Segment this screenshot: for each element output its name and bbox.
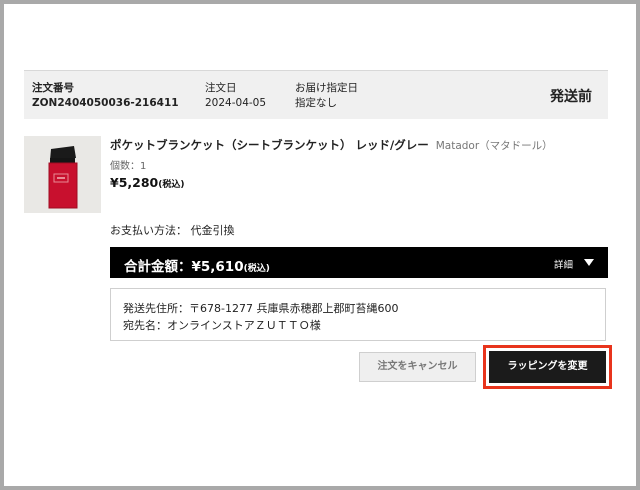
product-name[interactable]: ポケットブランケット（シートブランケット） レッド/グレー (110, 138, 429, 152)
product-brand: Matador（マタドール） (435, 140, 553, 152)
delivery-date: 指定なし (295, 97, 337, 109)
wrapping-button-highlight: ラッピングを変更 (483, 345, 612, 389)
product-image[interactable] (24, 136, 101, 213)
shipping-address: 発送先住所：〒678-1277 兵庫県赤穂郡上郡町苔縄600 (123, 302, 399, 315)
order-header: 注文番号 ZON2404050036-216411 注文日 2024-04-05… (24, 70, 608, 119)
product-quantity: 個数：1 (110, 161, 147, 172)
order-date-block: 注文日 2024-04-05 (205, 81, 266, 111)
cancel-order-button[interactable]: 注文をキャンセル (359, 352, 476, 382)
recipient-name: 宛先名：オンラインストアＺＵＴＴＯ様 (123, 319, 321, 332)
total-bar[interactable]: 合計金額：¥5,610(税込) 詳細 (110, 247, 608, 278)
delivery-date-block: お届け指定日 指定なし (295, 81, 358, 111)
order-status: 発送前 (550, 89, 592, 105)
delivery-date-label: お届け指定日 (295, 82, 358, 94)
change-wrapping-button[interactable]: ラッピングを変更 (489, 351, 606, 383)
total-amount-line: 合計金額：¥5,610(税込) (124, 255, 270, 275)
order-number: ZON2404050036-216411 (32, 97, 179, 109)
total-tax-note: (税込) (243, 264, 270, 274)
product-price-line: ¥5,280(税込) (110, 175, 184, 190)
product-title[interactable]: ポケットブランケット（シートブランケット） レッド/グレー Matador（マタ… (110, 137, 553, 153)
product-tax-note: (税込) (158, 180, 185, 190)
triangle-down-icon[interactable] (584, 259, 594, 266)
total-amount: 合計金額：¥5,610 (124, 259, 244, 275)
payment-method: お支払い方法： 代金引換 (110, 224, 235, 237)
shipping-address-box: 発送先住所：〒678-1277 兵庫県赤穂郡上郡町苔縄600 宛先名：オンライン… (110, 288, 606, 341)
product-price: ¥5,280 (110, 175, 159, 190)
detail-toggle[interactable]: 詳細 (554, 257, 573, 271)
order-date-label: 注文日 (205, 82, 237, 94)
order-date: 2024-04-05 (205, 97, 267, 109)
order-number-block: 注文番号 ZON2404050036-216411 (32, 81, 179, 111)
pouch-icon (48, 146, 78, 209)
order-number-label: 注文番号 (32, 82, 74, 94)
